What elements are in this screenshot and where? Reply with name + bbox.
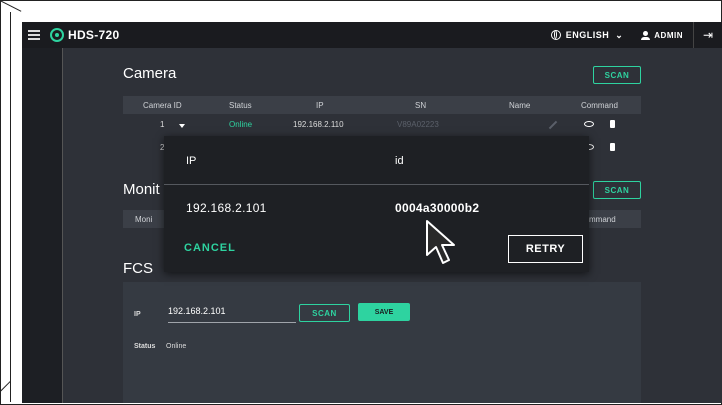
logout-icon[interactable]: ⇥ xyxy=(693,22,722,48)
retry-button[interactable]: RETRY xyxy=(508,235,583,263)
person-icon xyxy=(641,30,651,40)
col-command: mmand xyxy=(589,214,616,224)
trash-icon[interactable] xyxy=(610,120,615,128)
fcs-ip-input[interactable]: 192.168.2.101 xyxy=(168,306,296,323)
monitor-section-title: Monit xyxy=(123,181,160,198)
top-bar: HDS-720 ENGLISH ⌄ ADMIN ⇥ xyxy=(22,22,722,48)
camera-table-header: Camera ID Status IP SN Name Command xyxy=(123,96,641,114)
fcs-save-button[interactable]: SAVE xyxy=(358,303,410,321)
user-label: ADMIN xyxy=(654,30,683,40)
app-title: HDS-720 xyxy=(68,28,120,42)
language-label: ENGLISH xyxy=(565,30,610,40)
col-name: Name xyxy=(509,100,531,110)
eye-icon[interactable] xyxy=(584,121,594,127)
dialog-id-value[interactable]: 0004a30000b2 xyxy=(395,201,479,215)
dialog-col-id: id xyxy=(395,155,404,167)
user-menu[interactable]: ADMIN xyxy=(641,30,683,40)
scan-result-dialog: IP id 192.168.2.101 0004a30000b2 CANCEL … xyxy=(164,136,589,272)
hamburger-menu-icon[interactable] xyxy=(28,30,40,40)
dialog-ip-value[interactable]: 192.168.2.101 xyxy=(186,201,267,215)
camera-id-cell: 1 xyxy=(160,120,165,129)
col-status: Status xyxy=(229,100,252,110)
dialog-col-ip: IP xyxy=(186,155,197,167)
fcs-panel xyxy=(123,282,641,403)
table-row: 1 Online 192.168.2.110 V89A02223 xyxy=(123,120,641,136)
side-gutter xyxy=(22,22,62,403)
camera-section-title: Camera xyxy=(123,65,177,82)
monitor-scan-button[interactable]: SCAN xyxy=(593,181,641,199)
dialog-header xyxy=(164,136,589,185)
globe-icon xyxy=(550,30,561,40)
fcs-status-value: Online xyxy=(166,343,187,350)
fcs-ip-label: IP xyxy=(134,311,141,318)
ip-cell: 192.168.2.110 xyxy=(293,120,344,129)
language-selector[interactable]: ENGLISH ⌄ xyxy=(550,29,624,41)
col-monitor: Moni xyxy=(135,214,153,224)
fcs-section-title: FCS xyxy=(123,260,153,277)
col-camera-id: Camera ID xyxy=(143,100,182,110)
col-command: Command xyxy=(581,100,618,110)
caret-down-icon[interactable] xyxy=(179,124,185,128)
col-ip: IP xyxy=(316,100,324,110)
status-cell: Online xyxy=(229,120,253,129)
chevron-down-icon: ⌄ xyxy=(615,29,624,40)
sn-cell: V89A02223 xyxy=(397,120,439,129)
fcs-status-label: Status xyxy=(134,343,156,350)
edit-icon[interactable] xyxy=(548,120,558,130)
col-sn: SN xyxy=(415,100,427,110)
fcs-scan-button[interactable]: SCAN xyxy=(299,304,350,322)
mouse-cursor-icon xyxy=(426,220,455,264)
trash-icon[interactable] xyxy=(610,143,615,151)
cancel-button[interactable]: CANCEL xyxy=(184,242,236,254)
logo-icon xyxy=(50,28,64,42)
page-fold-line xyxy=(10,12,11,402)
camera-scan-button[interactable]: SCAN xyxy=(593,66,641,84)
